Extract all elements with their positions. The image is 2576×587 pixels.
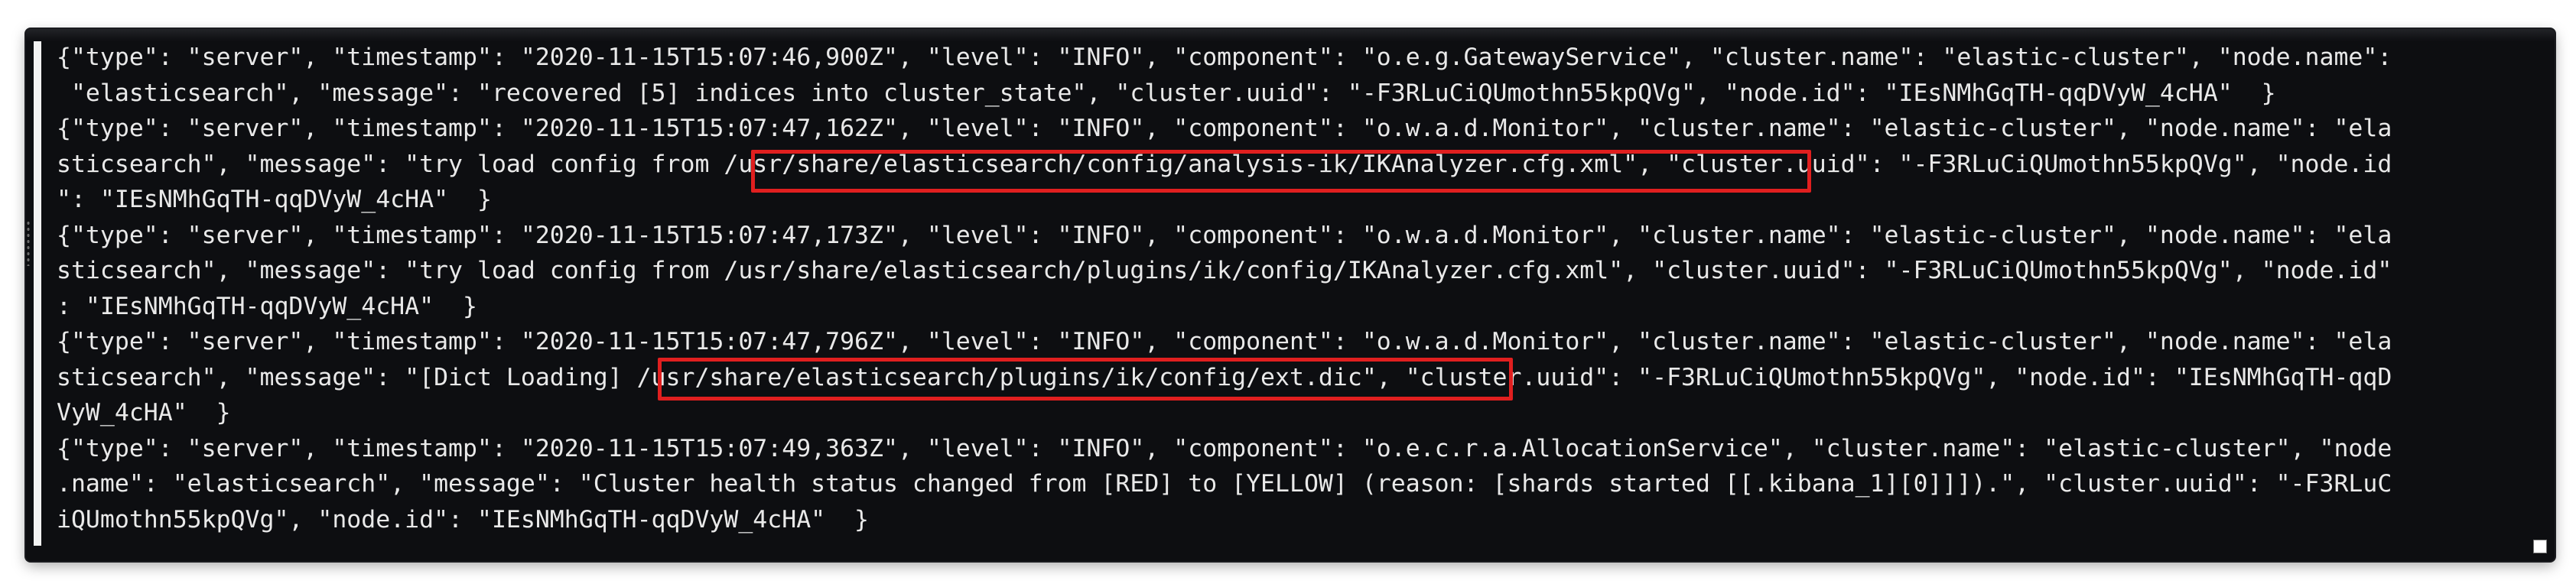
scroll-corner[interactable] (2533, 540, 2547, 553)
log-line: {"type": "server", "timestamp": "2020-11… (57, 44, 2392, 71)
log-line: sticsearch", "message": "try load config… (57, 257, 2392, 284)
log-output[interactable]: {"type": "server", "timestamp": "2020-11… (57, 40, 2548, 537)
log-line: {"type": "server", "timestamp": "2020-11… (57, 115, 2392, 142)
resize-handle-icon[interactable] (26, 220, 31, 266)
log-line: iQUmothn55kpQVg", "node.id": "IEsNMhGqTH… (57, 505, 870, 533)
log-line: : "IEsNMhGqTH-qqDVyW_4cHA" } (57, 292, 477, 320)
terminal-window[interactable]: " " {"type": "server", "timestamp": "202… (26, 29, 2555, 561)
log-line: {"type": "server", "timestamp": "2020-11… (57, 221, 2392, 249)
log-line: "elasticsearch", "message": "recovered [… (57, 79, 2276, 107)
log-line: .name": "elasticsearch", "message": "Clu… (57, 470, 2392, 498)
log-line: {"type": "server", "timestamp": "2020-11… (57, 434, 2392, 462)
log-line: {"type": "server", "timestamp": "2020-11… (57, 328, 2392, 355)
highlight-analysis-ik-path (751, 150, 1811, 193)
terminal-left-gutter-bar (34, 41, 41, 546)
screenshot-frame: " " {"type": "server", "timestamp": "202… (0, 0, 2576, 587)
highlight-ext-dic-path (658, 358, 1513, 401)
